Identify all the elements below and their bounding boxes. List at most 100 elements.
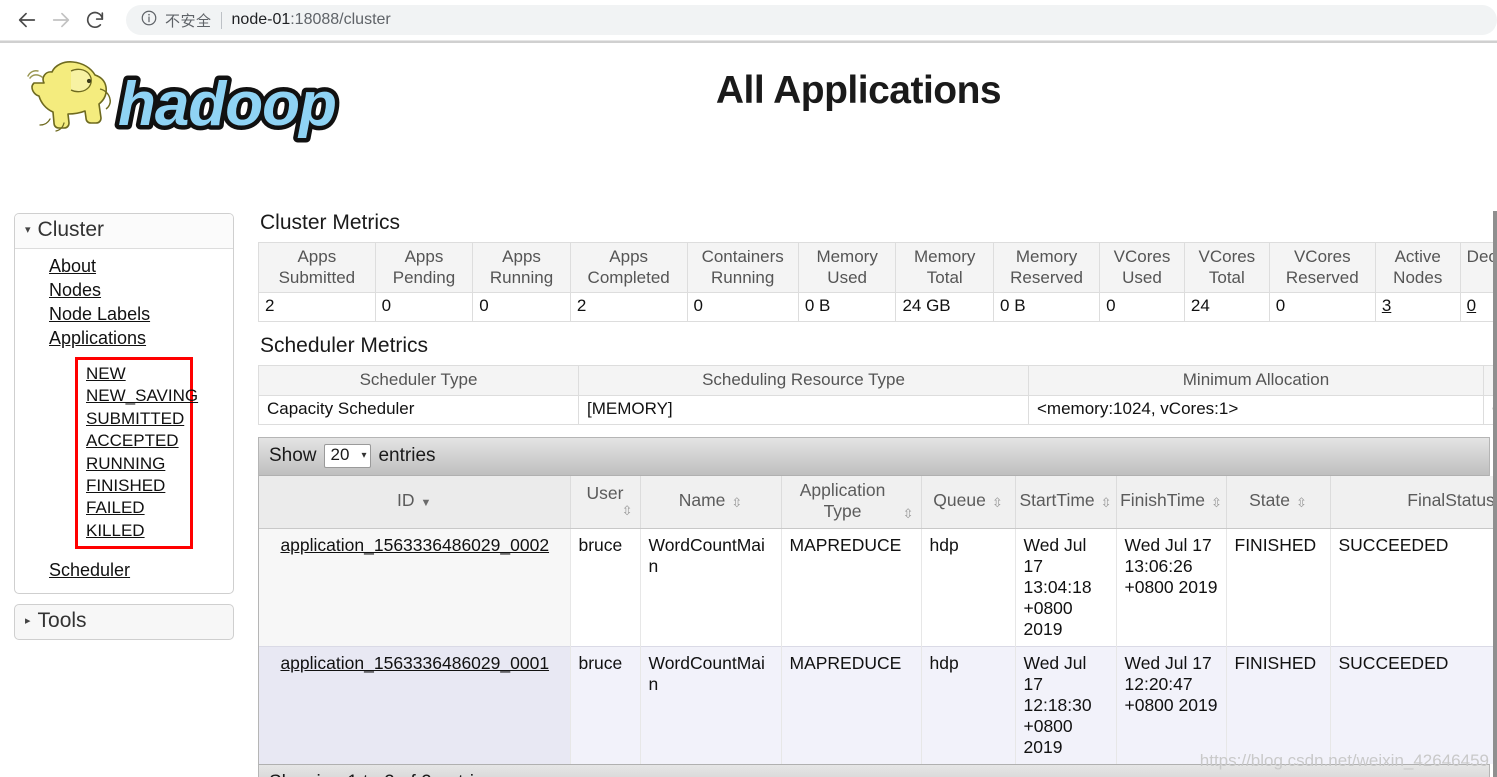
address-bar[interactable]: 不安全 node-01:18088/cluster <box>126 5 1497 35</box>
scheduler-spacer <box>258 425 1497 437</box>
applications-table: ID ▼ User ⇳ Name <box>259 476 1497 764</box>
th-apps-running: Apps Running <box>473 243 571 293</box>
main-content: Cluster Metrics Apps Submitted Apps Pend… <box>258 211 1497 777</box>
sidebar-section-cluster[interactable]: ▾ Cluster <box>15 214 233 249</box>
cell-user: bruce <box>570 646 640 764</box>
metrics-spacer <box>258 322 1497 334</box>
th-app-finalstatus[interactable]: FinalStatus ⇳ <box>1330 476 1497 529</box>
page-content: hadoop hadoop All Applications ▾ Cluster… <box>0 43 1497 777</box>
td-apps-running: 0 <box>473 293 571 322</box>
th-vcores-used: VCores Used <box>1100 243 1185 293</box>
url-path: :18088/cluster <box>290 11 391 28</box>
th-apps-submitted: Apps Submitted <box>259 243 376 293</box>
sidebar-item-scheduler[interactable]: Scheduler <box>15 559 233 583</box>
cell-finalstatus: SUCCEEDED <box>1330 528 1497 646</box>
td-scheduling-resource-type: [MEMORY] <box>579 396 1029 425</box>
info-circle-icon[interactable] <box>140 9 158 32</box>
cluster-metrics-value-row: 2 0 0 2 0 0 B 24 GB 0 B 0 24 0 3 0 <box>259 293 1497 322</box>
url-text: node-01:18088/cluster <box>232 11 391 29</box>
td-apps-pending: 0 <box>375 293 473 322</box>
th-app-starttime-label: StartTime <box>1019 490 1094 511</box>
reload-button[interactable] <box>78 3 112 37</box>
th-app-state[interactable]: State ⇳ <box>1226 476 1330 529</box>
page-size-select[interactable]: 20 ▾ <box>324 444 372 468</box>
page-header: hadoop hadoop All Applications <box>0 43 1497 153</box>
sidebar-item-state-failed[interactable]: FAILED <box>78 497 190 519</box>
caret-right-icon: ▸ <box>25 616 31 627</box>
td-decommissioning-nodes: 0 <box>1460 293 1497 322</box>
cell-name: WordCountMain <box>640 646 781 764</box>
cell-starttime: Wed Jul 17 13:04:18 +0800 2019 <box>1015 528 1116 646</box>
sidebar-item-state-new-saving[interactable]: NEW_SAVING <box>78 385 190 407</box>
application-id-link[interactable]: application_1563336486029_0001 <box>280 653 549 673</box>
application-id-link[interactable]: application_1563336486029_0002 <box>280 535 549 555</box>
omnibox-divider <box>221 12 222 29</box>
sidebar: ▾ Cluster About Nodes Node Labels Applic… <box>14 213 234 640</box>
td-active-nodes: 3 <box>1375 293 1460 322</box>
horizontal-scroll-edge <box>1493 211 1497 777</box>
sidebar-item-state-finished[interactable]: FINISHED <box>78 475 190 497</box>
th-app-type[interactable]: Application Type ⇳ <box>781 476 921 529</box>
forward-button[interactable] <box>44 3 78 37</box>
sidebar-item-state-new[interactable]: NEW <box>78 363 190 385</box>
th-app-finishtime[interactable]: FinishTime ⇳ <box>1116 476 1226 529</box>
decommissioning-nodes-link[interactable]: 0 <box>1467 296 1476 315</box>
cell-name: WordCountMain <box>640 528 781 646</box>
sidebar-item-nodes[interactable]: Nodes <box>15 279 233 303</box>
browser-toolbar: 不安全 node-01:18088/cluster <box>0 0 1497 40</box>
scheduler-metrics-table: Scheduler Type Scheduling Resource Type … <box>258 365 1497 425</box>
cluster-nav-links: About Nodes Node Labels Applications NEW… <box>15 249 233 593</box>
th-memory-used: Memory Used <box>798 243 896 293</box>
td-vcores-used: 0 <box>1100 293 1185 322</box>
cell-application-type: MAPREDUCE <box>781 646 921 764</box>
sidebar-item-state-accepted[interactable]: ACCEPTED <box>78 430 190 452</box>
sort-desc-icon: ▼ <box>421 498 432 511</box>
sidebar-item-about[interactable]: About <box>15 255 233 279</box>
th-apps-completed: Apps Completed <box>570 243 687 293</box>
chevron-down-icon: ▾ <box>361 450 366 461</box>
sort-both-icon: ⇳ <box>1296 496 1307 511</box>
sidebar-item-applications[interactable]: Applications <box>15 327 233 351</box>
cluster-metrics-title: Cluster Metrics <box>260 211 1497 235</box>
th-containers-running: Containers Running <box>687 243 798 293</box>
cell-queue: hdp <box>921 528 1015 646</box>
th-app-name[interactable]: Name ⇳ <box>640 476 781 529</box>
scheduler-metrics-header-row: Scheduler Type Scheduling Resource Type … <box>259 366 1497 396</box>
cell-application-type: MAPREDUCE <box>781 528 921 646</box>
sidebar-item-state-running[interactable]: RUNNING <box>78 453 190 475</box>
th-memory-reserved: Memory Reserved <box>994 243 1100 293</box>
cell-finishtime: Wed Jul 17 13:06:26 +0800 2019 <box>1116 528 1226 646</box>
cell-user: bruce <box>570 528 640 646</box>
sort-both-icon: ⇳ <box>1211 496 1222 511</box>
sidebar-section-tools-label: Tools <box>38 609 87 633</box>
back-button[interactable] <box>10 3 44 37</box>
sort-both-icon: ⇳ <box>731 496 742 511</box>
sidebar-section-cluster-label: Cluster <box>38 218 105 242</box>
cell-queue: hdp <box>921 646 1015 764</box>
active-nodes-link[interactable]: 3 <box>1382 296 1391 315</box>
th-app-user[interactable]: User ⇳ <box>570 476 640 529</box>
sort-both-icon: ⇳ <box>1101 496 1112 511</box>
arrow-left-icon <box>16 9 38 31</box>
cell-state: FINISHED <box>1226 528 1330 646</box>
cell-finalstatus: SUCCEEDED <box>1330 646 1497 764</box>
th-scheduler-type: Scheduler Type <box>259 366 579 396</box>
td-scheduler-type: Capacity Scheduler <box>259 396 579 425</box>
sidebar-item-state-submitted[interactable]: SUBMITTED <box>78 408 190 430</box>
th-app-starttime[interactable]: StartTime ⇳ <box>1015 476 1116 529</box>
arrow-right-icon <box>50 9 72 31</box>
td-vcores-total: 24 <box>1184 293 1269 322</box>
scheduler-metrics-title: Scheduler Metrics <box>260 334 1497 358</box>
sidebar-section-tools[interactable]: ▸ Tools <box>14 604 234 640</box>
th-memory-total: Memory Total <box>896 243 994 293</box>
th-app-finalstatus-label: FinalStatus <box>1407 490 1495 511</box>
page-title: All Applications <box>0 69 1497 113</box>
th-app-queue[interactable]: Queue ⇳ <box>921 476 1015 529</box>
th-app-id[interactable]: ID ▼ <box>259 476 570 529</box>
sidebar-item-node-labels[interactable]: Node Labels <box>15 303 233 327</box>
th-app-name-label: Name <box>679 490 726 511</box>
sidebar-item-state-killed[interactable]: KILLED <box>78 520 190 542</box>
cluster-metrics-table: Apps Submitted Apps Pending Apps Running… <box>258 242 1497 322</box>
table-row: application_1563336486029_0002 bruce Wor… <box>259 528 1497 646</box>
th-vcores-total: VCores Total <box>1184 243 1269 293</box>
